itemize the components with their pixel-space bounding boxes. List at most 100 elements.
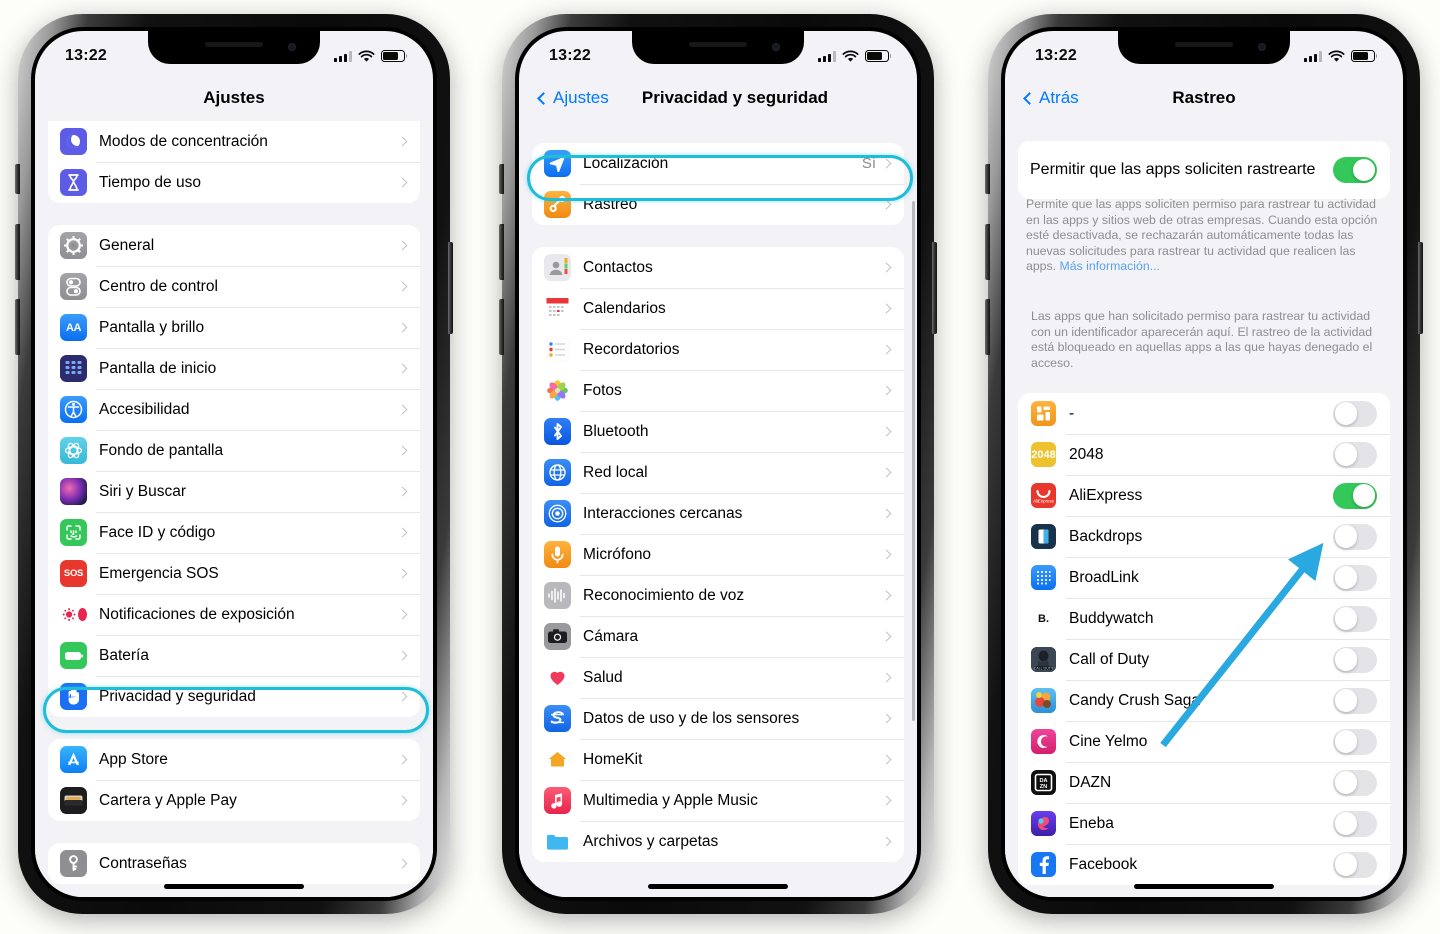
back-button[interactable]: Atrás (1023, 88, 1079, 108)
volume-up-button[interactable] (499, 224, 504, 280)
app-tracking-toggle[interactable] (1333, 523, 1377, 550)
chevron-right-icon (881, 713, 892, 724)
app-tracking-toggle[interactable] (1333, 646, 1377, 673)
app-tracking-toggle[interactable] (1333, 769, 1377, 796)
camera-icon (544, 623, 571, 650)
settings-row-general[interactable]: General (48, 225, 420, 266)
app-row[interactable]: Cine Yelmo (1018, 721, 1390, 762)
settings-row-exposure[interactable]: Notificaciones de exposición (48, 594, 420, 635)
settings-row-sos[interactable]: SOS Emergencia SOS (48, 553, 420, 594)
privacy-row-location[interactable]: Localización Sí (532, 143, 904, 184)
settings-row-privacy[interactable]: Privacidad y seguridad (48, 676, 420, 717)
app-row[interactable]: Candy Crush Saga (1018, 680, 1390, 721)
app-name: Cine Yelmo (1069, 732, 1148, 750)
app-row[interactable]: - (1018, 393, 1390, 434)
settings-row-face-id[interactable]: Face ID y código (48, 512, 420, 553)
privacy-row-photos[interactable]: Fotos (532, 370, 904, 411)
tracking-apps-group: - 2048 2048 AliExpress AliExpress Backdr… (1018, 393, 1390, 886)
home-indicator (648, 884, 788, 889)
silent-switch[interactable] (15, 164, 20, 194)
phone-1-scroll[interactable]: Modos de concentración Tiempo de uso Gen… (35, 121, 433, 897)
earpiece-speaker (205, 42, 263, 47)
app-tracking-toggle[interactable] (1333, 441, 1377, 468)
privacy-group-primary: Localización Sí Rastreo (532, 143, 904, 225)
settings-row-control-center[interactable]: Centro de control (48, 266, 420, 307)
privacy-row-homekit[interactable]: HomeKit (532, 739, 904, 780)
settings-row-siri[interactable]: Siri y Buscar (48, 471, 420, 512)
app-row[interactable]: Eneba (1018, 803, 1390, 844)
settings-row-display[interactable]: AA Pantalla y brillo (48, 307, 420, 348)
app-tracking-toggle[interactable] (1333, 482, 1377, 509)
app-row[interactable]: Facebook (1018, 844, 1390, 885)
privacy-row-camera[interactable]: Cámara (532, 616, 904, 657)
settings-group-passwords: Contraseñas (48, 843, 420, 884)
privacy-row-files[interactable]: Archivos y carpetas (532, 821, 904, 862)
app-tracking-toggle[interactable] (1333, 605, 1377, 632)
settings-row-screen-time[interactable]: Tiempo de uso (48, 162, 420, 203)
settings-row-battery[interactable]: Batería (48, 635, 420, 676)
back-button[interactable]: Ajustes (537, 88, 609, 108)
privacy-row-calendars[interactable]: Calendarios (532, 288, 904, 329)
chevron-right-icon (397, 240, 408, 251)
app-tracking-toggle[interactable] (1333, 564, 1377, 591)
silent-switch[interactable] (499, 164, 504, 194)
volume-down-button[interactable] (499, 299, 504, 355)
phone-2-scroll[interactable]: Localización Sí Rastreo Contactos Calend… (519, 121, 917, 897)
scroll-indicator[interactable] (911, 201, 915, 721)
chevron-right-icon (881, 795, 892, 806)
privacy-row-media-music[interactable]: Multimedia y Apple Music (532, 780, 904, 821)
face-id-icon (60, 519, 87, 546)
privacy-row-nearby[interactable]: Interacciones cercanas (532, 493, 904, 534)
power-button[interactable] (932, 242, 937, 334)
settings-group-system: General Centro de control AA Pantalla y … (48, 225, 420, 717)
app-tracking-toggle[interactable] (1333, 687, 1377, 714)
volume-up-button[interactable] (985, 224, 990, 280)
broadlink-app-icon (1031, 565, 1056, 591)
settings-row-home-screen[interactable]: Pantalla de inicio (48, 348, 420, 389)
volume-down-button[interactable] (15, 299, 20, 355)
app-tracking-toggle[interactable] (1333, 400, 1377, 427)
app-tracking-toggle[interactable] (1333, 810, 1377, 837)
settings-row-focus[interactable]: Modos de concentración (48, 121, 420, 162)
app-row[interactable]: AliExpress AliExpress (1018, 475, 1390, 516)
settings-row-accessibility[interactable]: Accesibilidad (48, 389, 420, 430)
privacy-row-contacts[interactable]: Contactos (532, 247, 904, 288)
power-button[interactable] (1418, 242, 1423, 334)
facebook-app-icon (1031, 852, 1056, 878)
privacy-row-sensor-data[interactable]: Datos de uso y de los sensores (532, 698, 904, 739)
privacy-row-speech[interactable]: Reconocimiento de voz (532, 575, 904, 616)
row-label: Datos de uso y de los sensores (583, 709, 800, 727)
allow-tracking-toggle[interactable] (1333, 157, 1377, 183)
front-camera-icon (1258, 43, 1266, 51)
app-row[interactable]: Backdrops (1018, 516, 1390, 557)
app-tracking-toggle[interactable] (1333, 728, 1377, 755)
master-toggle-label: Permitir que las apps soliciten rastrear… (1030, 161, 1316, 178)
row-label: Notificaciones de exposición (99, 605, 295, 623)
settings-row-passwords[interactable]: Contraseñas (48, 843, 420, 884)
volume-down-button[interactable] (985, 299, 990, 355)
privacy-row-tracking[interactable]: Rastreo (532, 184, 904, 225)
master-toggle-row[interactable]: Permitir que las apps soliciten rastrear… (1018, 141, 1390, 199)
more-info-link[interactable]: Más información... (1060, 259, 1160, 273)
phone-3-scroll[interactable]: Permitir que las apps soliciten rastrear… (1005, 121, 1403, 897)
app-row[interactable]: BroadLink (1018, 557, 1390, 598)
chevron-right-icon (881, 549, 892, 560)
privacy-row-microphone[interactable]: Micrófono (532, 534, 904, 575)
privacy-row-reminders[interactable]: Recordatorios (532, 329, 904, 370)
silent-switch[interactable] (985, 164, 990, 194)
app-row[interactable]: 2048 2048 (1018, 434, 1390, 475)
settings-row-app-store[interactable]: App Store (48, 739, 420, 780)
row-label: Centro de control (99, 277, 218, 295)
power-button[interactable] (448, 242, 453, 334)
privacy-row-bluetooth[interactable]: Bluetooth (532, 411, 904, 452)
app-tracking-toggle[interactable] (1333, 851, 1377, 878)
settings-row-wallpaper[interactable]: Fondo de pantalla (48, 430, 420, 471)
app-row[interactable]: CALL DUTY Call of Duty (1018, 639, 1390, 680)
privacy-row-health[interactable]: Salud (532, 657, 904, 698)
app-row[interactable]: B. Buddywatch (1018, 598, 1390, 639)
privacy-row-local-network[interactable]: Red local (532, 452, 904, 493)
wallpaper-icon (60, 437, 87, 464)
settings-row-wallet[interactable]: Cartera y Apple Pay (48, 780, 420, 821)
app-row[interactable]: DA ZN DAZN (1018, 762, 1390, 803)
volume-up-button[interactable] (15, 224, 20, 280)
